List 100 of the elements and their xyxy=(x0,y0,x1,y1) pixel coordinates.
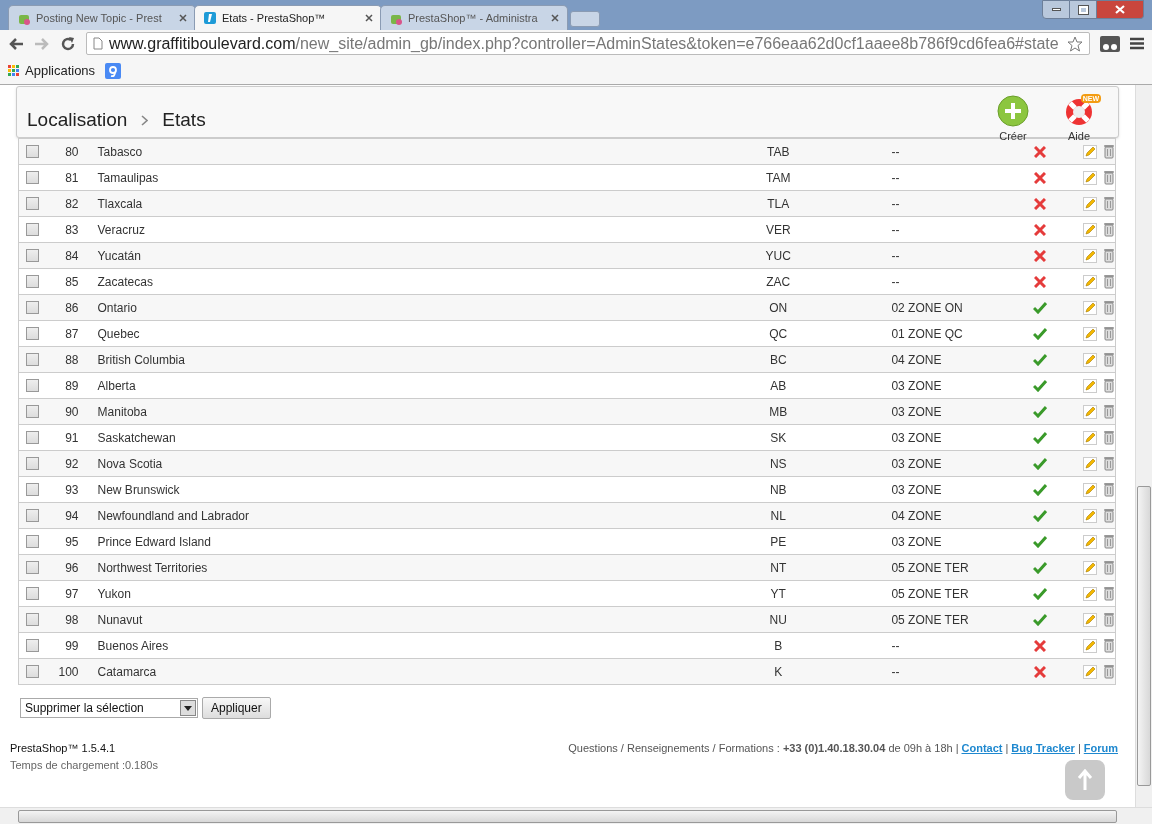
row-checkbox[interactable] xyxy=(26,483,40,496)
table-row[interactable]: 92 Nova Scotia NS 03 ZONE xyxy=(19,451,1115,477)
trash-icon[interactable] xyxy=(1103,560,1115,575)
trash-icon[interactable] xyxy=(1103,612,1115,627)
pencil-icon[interactable] xyxy=(1083,430,1097,445)
browser-tab[interactable]: Posting New Topic - Prest xyxy=(8,5,196,30)
menu-icon[interactable] xyxy=(1130,37,1144,50)
pencil-icon[interactable] xyxy=(1083,612,1097,627)
apply-button[interactable]: Appliquer xyxy=(202,697,271,719)
table-row[interactable]: 84 Yucatán YUC -- xyxy=(19,243,1115,269)
pencil-icon[interactable] xyxy=(1083,638,1097,653)
star-icon[interactable] xyxy=(1067,35,1083,52)
trash-icon[interactable] xyxy=(1103,144,1115,159)
horizontal-scrollbar[interactable] xyxy=(0,807,1152,824)
browser-tab[interactable]: Etats - PrestaShop™ xyxy=(194,5,382,30)
scroll-top-button[interactable] xyxy=(1065,760,1105,800)
table-row[interactable]: 94 Newfoundland and Labrador NL 04 ZONE xyxy=(19,503,1115,529)
footer-link[interactable]: Forum xyxy=(1083,740,1118,757)
trash-icon[interactable] xyxy=(1103,300,1115,315)
breadcrumb-item[interactable]: Localisation xyxy=(27,106,128,135)
pencil-icon[interactable] xyxy=(1083,456,1097,471)
trash-icon[interactable] xyxy=(1103,508,1115,523)
trash-icon[interactable] xyxy=(1103,222,1115,237)
trash-icon[interactable] xyxy=(1103,456,1115,471)
pencil-icon[interactable] xyxy=(1083,404,1097,419)
extension-icon[interactable] xyxy=(1100,35,1120,52)
trash-icon[interactable] xyxy=(1103,534,1115,549)
row-checkbox[interactable] xyxy=(26,379,40,392)
row-checkbox[interactable] xyxy=(26,457,40,470)
trash-icon[interactable] xyxy=(1103,586,1115,601)
back-icon[interactable] xyxy=(8,36,24,51)
pencil-icon[interactable] xyxy=(1083,482,1097,497)
footer-link[interactable]: Contact xyxy=(961,740,1003,757)
pencil-icon[interactable] xyxy=(1083,274,1097,289)
browser-tab[interactable]: PrestaShop™ - Administra xyxy=(380,5,568,30)
new-tab-button[interactable] xyxy=(570,11,600,27)
row-checkbox[interactable] xyxy=(26,197,40,210)
pencil-icon[interactable] xyxy=(1083,378,1097,393)
reload-icon[interactable] xyxy=(60,35,76,52)
pencil-icon[interactable] xyxy=(1083,534,1097,549)
pencil-icon[interactable] xyxy=(1083,144,1097,159)
table-row[interactable]: 88 British Columbia BC 04 ZONE xyxy=(19,347,1115,373)
trash-icon[interactable] xyxy=(1103,196,1115,211)
row-checkbox[interactable] xyxy=(26,431,40,444)
pencil-icon[interactable] xyxy=(1083,664,1097,679)
pencil-icon[interactable] xyxy=(1083,300,1097,315)
trash-icon[interactable] xyxy=(1103,170,1115,185)
pencil-icon[interactable] xyxy=(1083,560,1097,575)
forward-icon[interactable] xyxy=(34,36,50,51)
restore-button[interactable] xyxy=(1070,0,1097,19)
row-checkbox[interactable] xyxy=(26,587,40,600)
close-tab-icon[interactable] xyxy=(365,14,373,22)
trash-icon[interactable] xyxy=(1103,430,1115,445)
pencil-icon[interactable] xyxy=(1083,326,1097,341)
row-checkbox[interactable] xyxy=(26,171,40,184)
close-tab-icon[interactable] xyxy=(551,14,559,22)
close-window-button[interactable] xyxy=(1097,0,1144,19)
trash-icon[interactable] xyxy=(1103,638,1115,653)
row-checkbox[interactable] xyxy=(26,327,40,340)
trash-icon[interactable] xyxy=(1103,404,1115,419)
bookmark-link[interactable]: Applications xyxy=(25,60,96,81)
trash-icon[interactable] xyxy=(1103,274,1115,289)
table-row[interactable]: 98 Nunavut NU 05 ZONE TER xyxy=(19,607,1115,633)
trash-icon[interactable] xyxy=(1103,482,1115,497)
row-checkbox[interactable] xyxy=(26,405,40,418)
table-row[interactable]: 82 Tlaxcala TLA -- xyxy=(19,191,1115,217)
row-checkbox[interactable] xyxy=(26,223,40,236)
row-checkbox[interactable] xyxy=(26,145,40,158)
table-row[interactable]: 96 Northwest Territories NT 05 ZONE TER xyxy=(19,555,1115,581)
trash-icon[interactable] xyxy=(1103,378,1115,393)
pencil-icon[interactable] xyxy=(1083,508,1097,523)
pencil-icon[interactable] xyxy=(1083,352,1097,367)
row-checkbox[interactable] xyxy=(26,301,40,314)
trash-icon[interactable] xyxy=(1103,664,1115,679)
table-row[interactable]: 86 Ontario ON 02 ZONE ON xyxy=(19,295,1115,321)
trash-icon[interactable] xyxy=(1103,326,1115,341)
row-checkbox[interactable] xyxy=(26,275,40,288)
scroll-thumb[interactable] xyxy=(18,809,1117,823)
row-checkbox[interactable] xyxy=(26,249,40,262)
table-row[interactable]: 100 Catamarca K -- xyxy=(19,659,1115,685)
pencil-icon[interactable] xyxy=(1083,222,1097,237)
minimize-button[interactable] xyxy=(1042,0,1070,19)
close-tab-icon[interactable] xyxy=(179,14,187,22)
vertical-scrollbar[interactable] xyxy=(1135,85,1152,807)
table-row[interactable]: 80 Tabasco TAB -- xyxy=(19,139,1115,165)
row-checkbox[interactable] xyxy=(26,639,40,652)
footer-link[interactable]: Bug Tracker xyxy=(1011,740,1075,757)
bulk-action-select[interactable]: Supprimer la sélection xyxy=(20,698,198,718)
scroll-thumb[interactable] xyxy=(1137,486,1151,786)
row-checkbox[interactable] xyxy=(26,665,40,678)
pencil-icon[interactable] xyxy=(1083,248,1097,263)
row-checkbox[interactable] xyxy=(26,561,40,574)
row-checkbox[interactable] xyxy=(26,509,40,522)
pencil-icon[interactable] xyxy=(1083,196,1097,211)
row-checkbox[interactable] xyxy=(26,535,40,548)
trash-icon[interactable] xyxy=(1103,352,1115,367)
row-checkbox[interactable] xyxy=(26,353,40,366)
trash-icon[interactable] xyxy=(1103,248,1115,263)
row-checkbox[interactable] xyxy=(26,613,40,626)
table-row[interactable]: 90 Manitoba MB 03 ZONE xyxy=(19,399,1115,425)
